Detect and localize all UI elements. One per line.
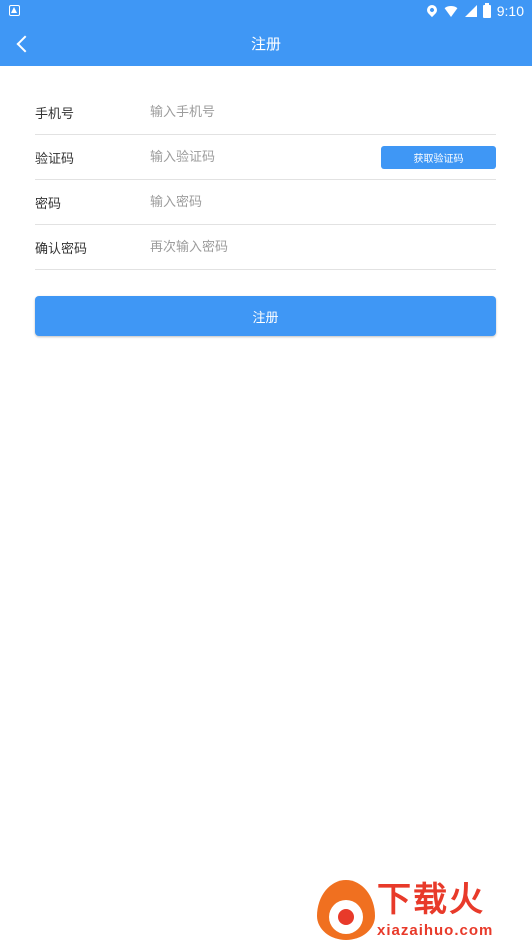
confirm-password-row: 确认密码 — [35, 225, 496, 270]
signal-icon — [464, 5, 477, 17]
status-bar-right: 9:10 — [424, 2, 524, 20]
wifi-icon — [442, 5, 459, 17]
code-label: 验证码 — [35, 151, 75, 167]
password-label: 密码 — [35, 196, 62, 212]
phone-input[interactable] — [150, 97, 496, 127]
status-time: 9:10 — [496, 3, 524, 19]
password-input[interactable] — [150, 187, 496, 217]
confirm-password-input[interactable] — [150, 232, 496, 262]
phone-row: 手机号 — [35, 90, 496, 135]
watermark-domain: xiazaihuo.com — [377, 922, 494, 939]
register-form: 手机号 验证码 密码 确认密码 获取验证码 — [35, 90, 496, 270]
status-bar: 9:10 — [0, 0, 532, 22]
get-code-button[interactable]: 获取验证码 — [381, 146, 496, 169]
password-row: 密码 — [35, 180, 496, 225]
notification-icon — [9, 5, 20, 16]
flame-logo-icon — [317, 880, 375, 940]
phone-label: 手机号 — [35, 106, 75, 122]
register-button[interactable]: 注册 — [35, 296, 496, 336]
code-input[interactable] — [150, 142, 371, 172]
register-screen: 9:10 注册 手机号 验证码 密码 确认密码 获取验证码 注册 下载火 xia… — [0, 0, 532, 946]
page-title: 注册 — [250, 35, 281, 53]
battery-icon — [482, 2, 491, 18]
location-icon — [424, 2, 439, 18]
watermark-logo: 下载火 xiazaihuo.com — [315, 878, 530, 944]
confirm-password-label: 确认密码 — [35, 241, 88, 257]
title-bar: 注册 — [0, 22, 532, 66]
watermark-brand: 下载火 — [377, 880, 485, 920]
